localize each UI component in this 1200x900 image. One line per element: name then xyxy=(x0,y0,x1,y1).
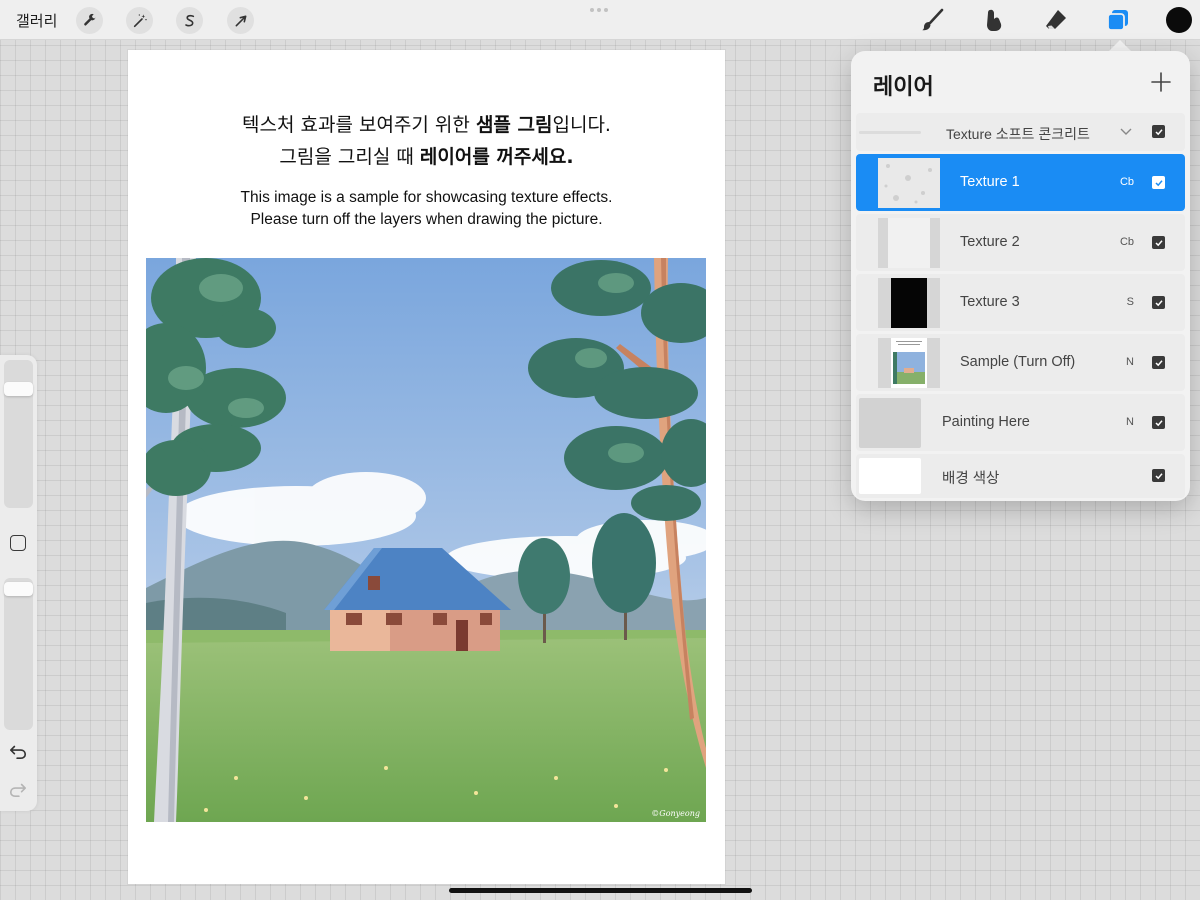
top-toolbar: 갤러리 xyxy=(0,0,1200,40)
group-name: Texture 소프트 콘크리트 xyxy=(946,126,1090,142)
layer-group-row[interactable]: Texture 소프트 콘크리트 xyxy=(856,113,1185,151)
group-thumbnail xyxy=(859,131,921,134)
layer-thumbnail xyxy=(859,458,921,494)
layer-blend-mode[interactable]: Cb xyxy=(1120,236,1134,248)
layer-thumbnail xyxy=(878,338,940,388)
selection-s-icon xyxy=(184,14,194,26)
adjustments-button[interactable] xyxy=(126,7,153,34)
english-instruction-line-1: This image is a sample for showcasing te… xyxy=(240,189,613,206)
layers-panel: 레이어 Texture 소프트 콘크리트 Texture 1 Cb Textur… xyxy=(851,51,1190,501)
checkmark-icon xyxy=(1154,179,1163,186)
korean-instruction-line-2: 그림을 그리실 때 레이어를 꺼주세요. xyxy=(279,146,574,168)
layer-row-texture-2[interactable]: Texture 2 Cb xyxy=(856,214,1185,271)
layer-name: Texture 2 xyxy=(960,234,1020,250)
checkmark-icon xyxy=(1154,419,1163,426)
modify-button[interactable] xyxy=(10,535,26,551)
layer-blend-mode[interactable]: N xyxy=(1126,356,1134,368)
layers-panel-title: 레이어 xyxy=(873,75,934,100)
layer-thumbnail xyxy=(878,218,940,268)
smudge-icon xyxy=(987,9,1002,32)
drawing-canvas[interactable]: 텍스처 효과를 보여주기 위한 샘플 그림입니다. 그림을 그리실 때 레이어를… xyxy=(128,50,725,884)
checkmark-icon xyxy=(1154,472,1163,479)
checkmark-icon xyxy=(1154,359,1163,366)
actions-button[interactable] xyxy=(76,7,103,34)
checkmark-icon xyxy=(1154,239,1163,246)
english-instruction-line-2: Please turn off the layers when drawing … xyxy=(250,211,603,228)
layer-row-texture-1[interactable]: Texture 1 Cb xyxy=(856,154,1185,211)
layer-name: Painting Here xyxy=(942,414,1030,430)
layer-thumbnail xyxy=(878,158,940,208)
layer-visibility-checkbox[interactable] xyxy=(1152,469,1165,482)
layer-visibility-checkbox[interactable] xyxy=(1152,236,1165,249)
layer-visibility-checkbox[interactable] xyxy=(1152,296,1165,309)
layers-tool-button[interactable] xyxy=(1103,5,1133,35)
layer-name: 배경 색상 xyxy=(942,471,1000,487)
smudge-tool-button[interactable] xyxy=(979,5,1009,35)
undo-icon[interactable] xyxy=(9,742,27,760)
layer-visibility-checkbox[interactable] xyxy=(1152,176,1165,189)
brush-icon xyxy=(922,8,944,31)
layer-name: Sample (Turn Off) xyxy=(960,354,1076,370)
layers-panel-caret xyxy=(1109,40,1131,51)
layer-blend-mode[interactable]: S xyxy=(1127,296,1134,308)
transform-button[interactable] xyxy=(227,7,254,34)
wrench-icon xyxy=(83,13,95,25)
brush-size-slider[interactable] xyxy=(4,360,33,508)
group-visibility-checkbox[interactable] xyxy=(1152,125,1165,138)
checkmark-icon xyxy=(1154,128,1163,135)
checkmark-icon xyxy=(1154,299,1163,306)
color-picker-button[interactable] xyxy=(1166,7,1192,33)
window-grabber[interactable] xyxy=(590,8,608,12)
opacity-thumb[interactable] xyxy=(4,582,33,596)
sample-illustration: ©Gonyeong xyxy=(146,258,706,822)
left-sidebar xyxy=(0,355,37,811)
korean-instruction-line-1: 텍스처 효과를 보여주기 위한 샘플 그림입니다. xyxy=(242,114,611,136)
landscape-painting xyxy=(146,258,706,822)
layer-name: Texture 1 xyxy=(960,174,1020,190)
chevron-down-icon[interactable] xyxy=(1119,125,1133,139)
selection-button[interactable] xyxy=(176,7,203,34)
layer-name: Texture 3 xyxy=(960,294,1020,310)
layer-row-background-color[interactable]: 배경 색상 xyxy=(856,454,1185,498)
layer-row-sample[interactable]: Sample (Turn Off) N xyxy=(856,334,1185,391)
redo-icon[interactable] xyxy=(9,780,27,798)
gallery-button[interactable]: 갤러리 xyxy=(16,10,57,31)
layer-thumbnail xyxy=(859,398,921,448)
eraser-icon xyxy=(1046,10,1066,29)
magic-wand-icon xyxy=(133,13,147,27)
arrow-transform-icon xyxy=(235,15,246,26)
add-layer-icon[interactable] xyxy=(1150,71,1172,93)
layer-blend-mode[interactable]: Cb xyxy=(1120,176,1134,188)
layer-blend-mode[interactable]: N xyxy=(1126,416,1134,428)
artist-signature: ©Gonyeong xyxy=(651,809,700,818)
layer-visibility-checkbox[interactable] xyxy=(1152,356,1165,369)
home-indicator xyxy=(449,888,752,893)
layer-thumbnail xyxy=(878,278,940,328)
eraser-tool-button[interactable] xyxy=(1041,5,1071,35)
opacity-slider[interactable] xyxy=(4,578,33,730)
layers-icon xyxy=(1107,10,1128,31)
layer-row-texture-3[interactable]: Texture 3 S xyxy=(856,274,1185,331)
brush-size-thumb[interactable] xyxy=(4,382,33,396)
layer-visibility-checkbox[interactable] xyxy=(1152,416,1165,429)
brush-tool-button[interactable] xyxy=(918,5,948,35)
layer-row-painting-here[interactable]: Painting Here N xyxy=(856,394,1185,451)
